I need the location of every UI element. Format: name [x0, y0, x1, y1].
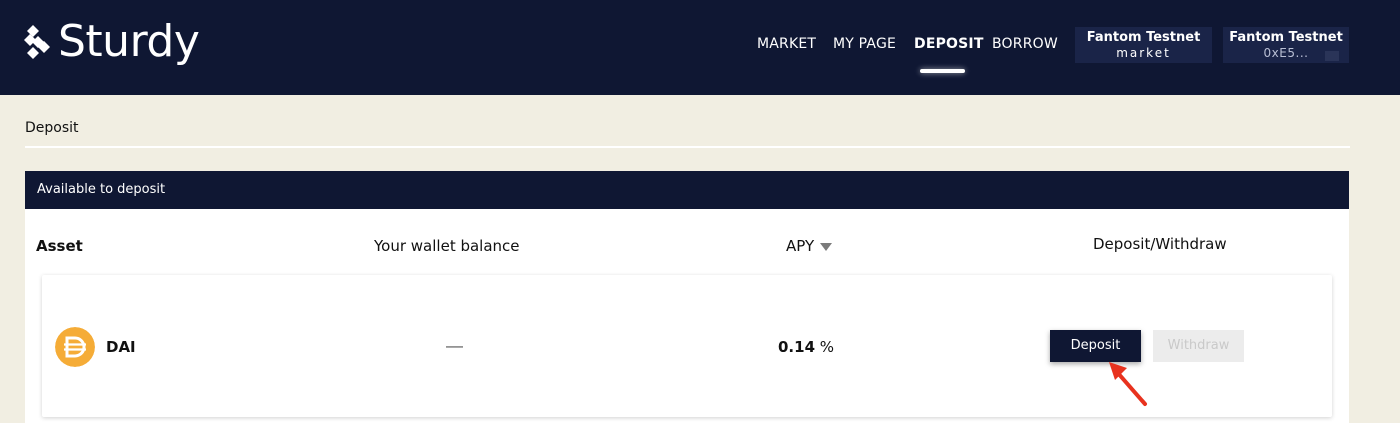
wallet-network-name: Fantom Testnet — [1229, 30, 1343, 45]
page-title: Deposit — [25, 120, 79, 136]
sturdy-logo-icon — [24, 25, 50, 59]
column-header-apy[interactable]: APY — [786, 237, 833, 255]
title-divider — [25, 146, 1350, 148]
column-header-balance: Your wallet balance — [374, 237, 520, 255]
sturdy-logo[interactable]: Sturdy — [24, 16, 200, 67]
top-navigation-bar: Sturdy MARKET MY PAGE DEPOSIT BORROW Fan… — [0, 0, 1400, 95]
network-subtitle: market — [1116, 46, 1171, 60]
apy-unit: % — [819, 338, 835, 356]
annotation-arrow-icon — [1109, 362, 1147, 406]
dai-icon — [55, 327, 95, 367]
panel-header: Available to deposit — [25, 171, 1349, 209]
network-name: Fantom Testnet — [1086, 30, 1201, 45]
asset-name: DAI — [106, 338, 136, 356]
apy-number: 0.14 — [778, 338, 816, 356]
wallet-button[interactable]: Fantom Testnet 0xE5... — [1223, 27, 1349, 63]
apy-value: 0.14 % — [778, 338, 834, 356]
wallet-indicator — [1325, 51, 1339, 61]
brand-name: Sturdy — [58, 16, 200, 67]
nav-deposit[interactable]: DEPOSIT — [914, 36, 984, 52]
column-header-asset: Asset — [36, 237, 83, 255]
sort-down-icon[interactable] — [820, 242, 833, 251]
nav-my-page[interactable]: MY PAGE — [833, 36, 896, 52]
nav-borrow[interactable]: BORROW — [992, 36, 1058, 52]
withdraw-button[interactable]: Withdraw — [1153, 330, 1244, 362]
nav-active-indicator — [920, 69, 965, 73]
network-market-button[interactable]: Fantom Testnet market — [1075, 27, 1212, 63]
wallet-balance: — — [446, 336, 463, 355]
apy-label: APY — [786, 237, 815, 255]
nav-market[interactable]: MARKET — [757, 36, 816, 52]
column-header-action: Deposit/Withdraw — [1093, 235, 1227, 253]
